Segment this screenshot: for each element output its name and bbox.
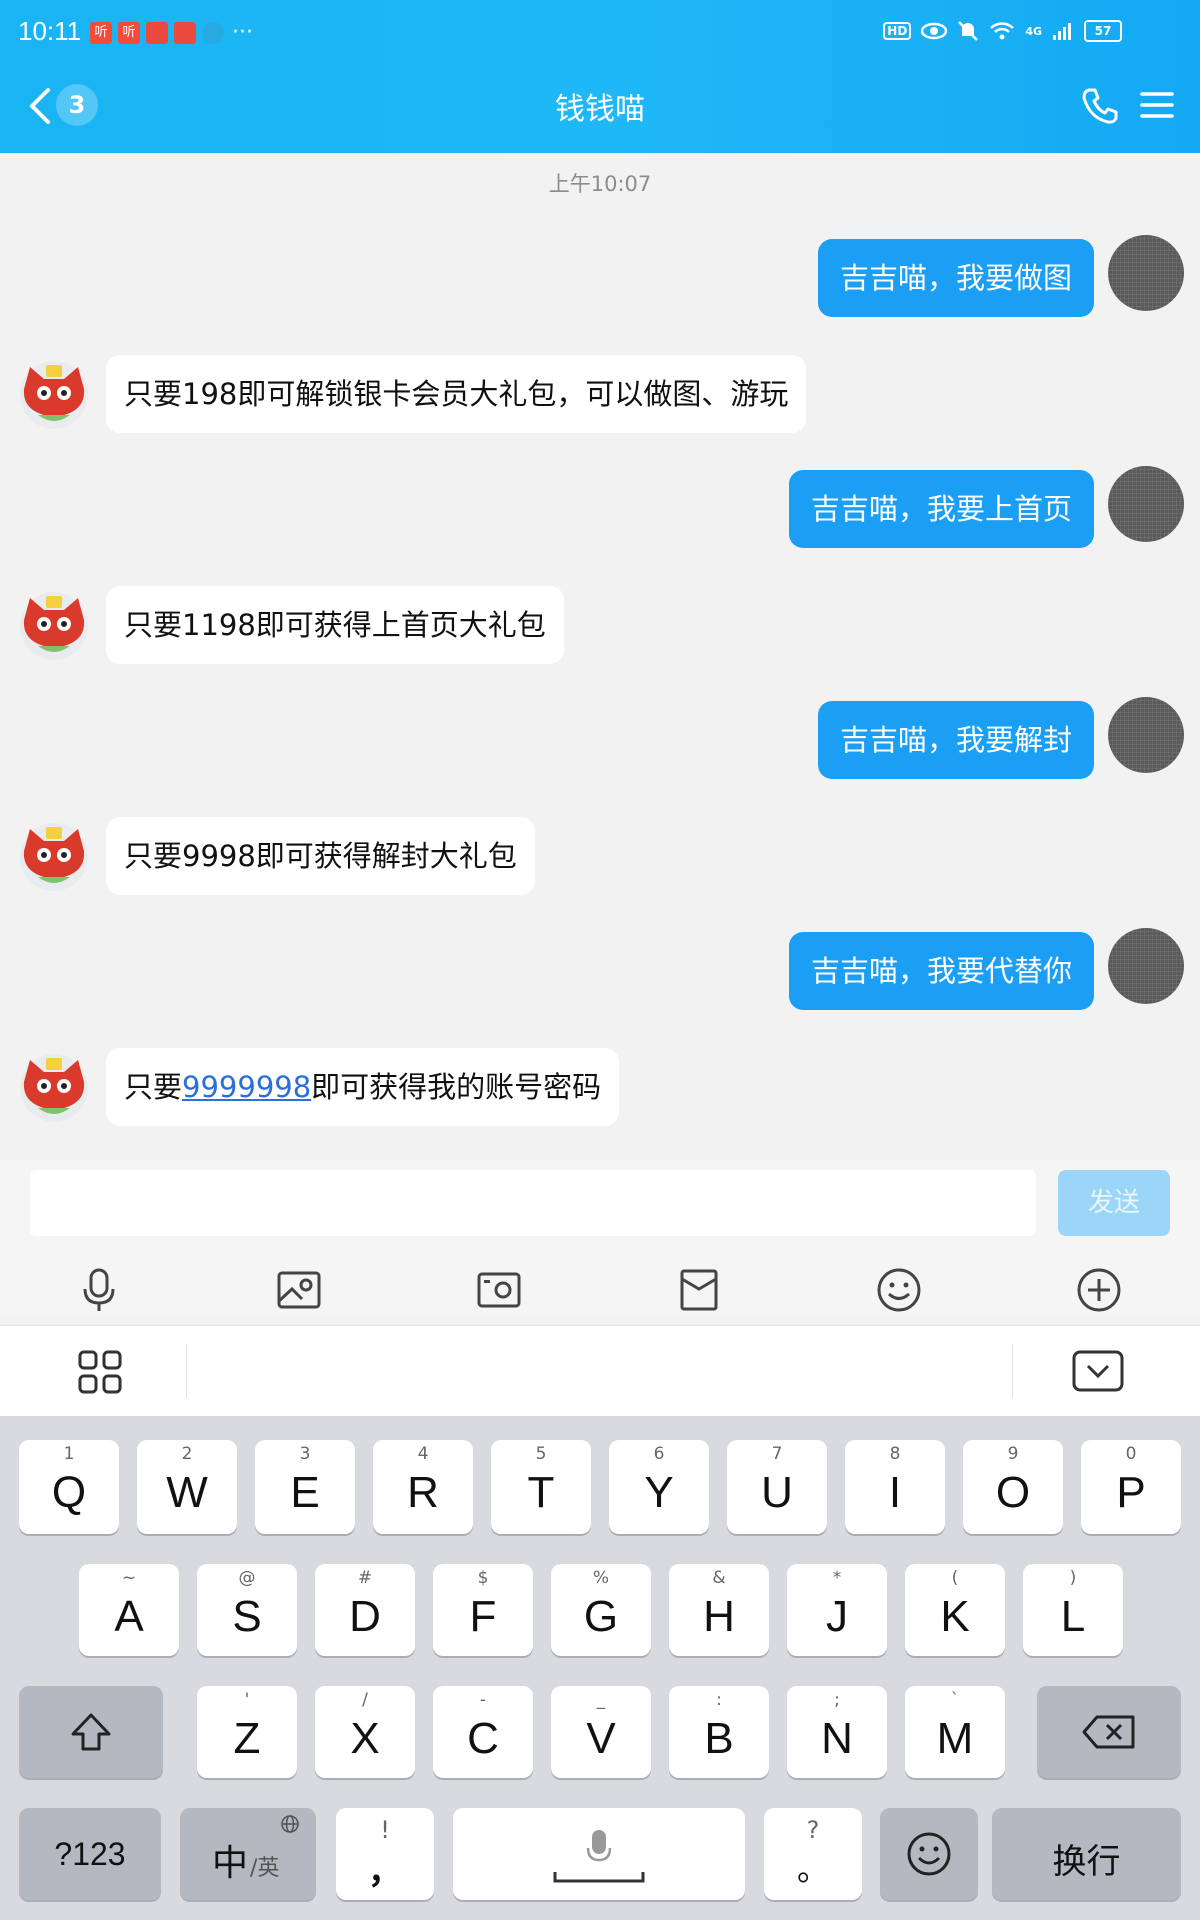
cat-avatar[interactable] xyxy=(16,586,92,662)
divider xyxy=(186,1344,187,1398)
calendar-app-icon xyxy=(146,21,168,44)
chat-title: 钱钱喵 xyxy=(555,92,645,127)
incoming-message[interactable]: 只要9999998即可获得我的账号密码 xyxy=(106,1048,620,1126)
top-header: 10:11 听 听 ··· HD 4G 57 3 钱钱喵 xyxy=(0,0,1200,153)
comma-key[interactable]: ! ， xyxy=(336,1808,434,1900)
key-x[interactable]: / X xyxy=(315,1686,415,1778)
message-text-suffix: 即可获得我的账号密码 xyxy=(311,1070,602,1104)
keyboard-toolbar xyxy=(0,1325,1200,1416)
plus-icon[interactable] xyxy=(1074,1265,1124,1315)
key-j[interactable]: * J xyxy=(787,1564,887,1656)
shift-icon xyxy=(71,1713,111,1751)
message-text-prefix: 只要 xyxy=(124,1070,183,1104)
camera-icon[interactable] xyxy=(474,1265,524,1315)
message-input[interactable] xyxy=(30,1170,1036,1236)
key-r[interactable]: 4R xyxy=(373,1440,473,1534)
shift-key[interactable] xyxy=(19,1686,163,1778)
backspace-icon xyxy=(1082,1715,1135,1749)
key-f[interactable]: $ F xyxy=(433,1564,533,1656)
key-q[interactable]: 1Q xyxy=(19,1440,119,1534)
outgoing-message[interactable]: 吉吉喵，我要上首页 xyxy=(788,470,1094,548)
period-key[interactable]: ? 。 xyxy=(764,1808,862,1900)
globe-icon xyxy=(281,1815,299,1833)
outgoing-message[interactable]: 吉吉喵，我要代替你 xyxy=(788,932,1094,1010)
my-avatar[interactable] xyxy=(1108,697,1184,773)
emoji-icon[interactable] xyxy=(874,1265,924,1315)
phone-icon[interactable] xyxy=(1080,86,1120,126)
key-w[interactable]: 2W xyxy=(137,1440,237,1534)
more-notifications-icon: ··· xyxy=(232,20,253,45)
key-o[interactable]: 9O xyxy=(963,1440,1063,1534)
cat-avatar[interactable] xyxy=(16,1048,92,1124)
enter-key[interactable]: 换行 xyxy=(992,1808,1181,1900)
input-bar: 发送 xyxy=(0,1160,1200,1315)
my-avatar[interactable] xyxy=(1108,928,1184,1004)
microphone-icon xyxy=(586,1830,612,1862)
status-time: 10:11 xyxy=(18,16,82,46)
signal-icon xyxy=(1053,23,1071,40)
notification-icons: 听 听 ··· xyxy=(90,20,253,45)
key-h[interactable]: & H xyxy=(669,1564,769,1656)
key-v[interactable]: _ V xyxy=(551,1686,651,1778)
eye-icon xyxy=(921,22,948,40)
key-m[interactable]: ` M xyxy=(905,1686,1005,1778)
incoming-message[interactable]: 只要1198即可获得上首页大礼包 xyxy=(106,586,564,664)
cat-avatar[interactable] xyxy=(16,817,92,893)
news-app-icon xyxy=(174,21,196,44)
phone-number-link[interactable]: 9999998 xyxy=(182,1070,311,1104)
space-bar-icon xyxy=(553,1872,645,1883)
key-y[interactable]: 6Y xyxy=(609,1440,709,1534)
my-avatar[interactable] xyxy=(1108,466,1184,542)
key-l[interactable]: ) L xyxy=(1023,1564,1123,1656)
cat-avatar[interactable] xyxy=(16,355,92,431)
mute-bell-icon xyxy=(958,21,979,41)
chat-timestamp: 上午10:07 xyxy=(548,172,652,196)
key-i[interactable]: 8I xyxy=(845,1440,945,1534)
emoji-icon xyxy=(907,1832,951,1876)
keyboard: 1Q 2W 3E 4R 5T 6Y 7U 8I 9O 0P ~ A @ S # D $… xyxy=(0,1416,1200,1920)
my-avatar[interactable] xyxy=(1108,235,1184,311)
status-bar: 10:11 听 听 ··· HD 4G 57 xyxy=(0,0,1200,68)
language-switch-key[interactable]: 中 /英 xyxy=(180,1808,316,1900)
browser-app-icon xyxy=(202,21,224,44)
key-d[interactable]: # D xyxy=(315,1564,415,1656)
key-z[interactable]: ' Z xyxy=(197,1686,297,1778)
status-right: HD 4G 57 xyxy=(883,20,1122,42)
key-c[interactable]: -C xyxy=(433,1686,533,1778)
divider xyxy=(1012,1344,1013,1398)
outgoing-message[interactable]: 吉吉喵，我要做图 xyxy=(817,239,1094,317)
send-button[interactable]: 发送 xyxy=(1058,1170,1170,1236)
outgoing-message[interactable]: 吉吉喵，我要解封 xyxy=(817,701,1094,779)
numbers-key[interactable]: ?123 xyxy=(19,1808,161,1900)
hd-icon: HD xyxy=(883,22,912,40)
key-s[interactable]: @ S xyxy=(197,1564,297,1656)
emoji-key[interactable] xyxy=(880,1808,978,1900)
key-e[interactable]: 3E xyxy=(255,1440,355,1534)
red-packet-icon[interactable] xyxy=(674,1265,724,1315)
key-g[interactable]: % G xyxy=(551,1564,651,1656)
keyboard-menu-icon[interactable] xyxy=(78,1350,122,1394)
key-a[interactable]: ~ A xyxy=(79,1564,179,1656)
menu-icon[interactable] xyxy=(1140,90,1174,120)
collapse-keyboard-icon[interactable] xyxy=(1072,1350,1124,1392)
key-u[interactable]: 7U xyxy=(727,1440,827,1534)
key-p[interactable]: 0P xyxy=(1081,1440,1181,1534)
battery-icon: 57 xyxy=(1084,20,1122,42)
key-t[interactable]: 5T xyxy=(491,1440,591,1534)
image-icon[interactable] xyxy=(274,1265,324,1315)
wifi-icon xyxy=(990,22,1015,40)
listen-app-icon-2: 听 xyxy=(118,21,140,44)
key-n[interactable]: ; N xyxy=(787,1686,887,1778)
space-key[interactable] xyxy=(453,1808,745,1900)
backspace-key[interactable] xyxy=(1037,1686,1181,1778)
incoming-message[interactable]: 只要9998即可获得解封大礼包 xyxy=(106,817,535,895)
key-b[interactable]: :B xyxy=(669,1686,769,1778)
listen-app-icon: 听 xyxy=(90,21,112,44)
key-k[interactable]: (K xyxy=(905,1564,1005,1656)
network-type: 4G xyxy=(1025,24,1042,38)
microphone-icon[interactable] xyxy=(74,1265,124,1315)
incoming-message[interactable]: 只要198即可解锁银卡会员大礼包，可以做图、游玩 xyxy=(106,355,807,433)
